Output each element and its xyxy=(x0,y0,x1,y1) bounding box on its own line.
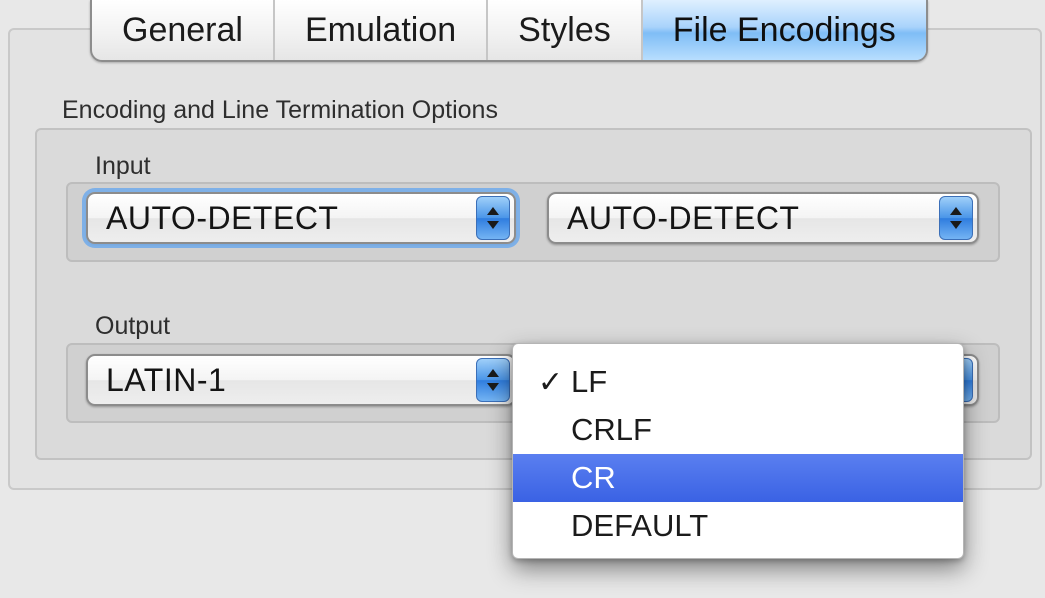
menu-item-crlf[interactable]: CRLF xyxy=(513,406,963,454)
input-line-ending-value: AUTO-DETECT xyxy=(567,199,800,236)
input-encoding-popup[interactable]: AUTO-DETECT xyxy=(86,192,516,244)
tab-styles[interactable]: Styles xyxy=(488,0,643,60)
menu-item-label: DEFAULT xyxy=(571,508,709,543)
input-encoding-value: AUTO-DETECT xyxy=(106,199,339,236)
menu-item-lf[interactable]: ✓ LF xyxy=(513,358,963,406)
group-title: Encoding and Line Termination Options xyxy=(62,96,498,124)
checkmark-icon: ✓ xyxy=(537,365,563,399)
up-down-arrows-icon xyxy=(939,196,973,240)
tab-emulation[interactable]: Emulation xyxy=(275,0,489,60)
menu-item-label: CR xyxy=(571,460,616,495)
input-label: Input xyxy=(95,152,151,180)
input-line-ending-popup[interactable]: AUTO-DETECT xyxy=(547,192,979,244)
menu-item-default[interactable]: DEFAULT xyxy=(513,502,963,550)
output-encoding-value: LATIN-1 xyxy=(106,361,227,398)
menu-item-label: CRLF xyxy=(571,412,652,447)
up-down-arrows-icon xyxy=(476,358,510,402)
menu-item-label: LF xyxy=(571,364,608,399)
output-label: Output xyxy=(95,312,171,340)
menu-item-cr[interactable]: CR xyxy=(513,454,963,502)
tab-bar: General Emulation Styles File Encodings xyxy=(90,0,928,62)
tab-file-encodings[interactable]: File Encodings xyxy=(642,0,926,60)
output-encoding-popup[interactable]: LATIN-1 xyxy=(86,354,516,406)
up-down-arrows-icon xyxy=(476,196,510,240)
tab-general[interactable]: General xyxy=(92,0,275,60)
line-ending-dropdown-menu: ✓ LF CRLF CR DEFAULT xyxy=(512,343,964,559)
